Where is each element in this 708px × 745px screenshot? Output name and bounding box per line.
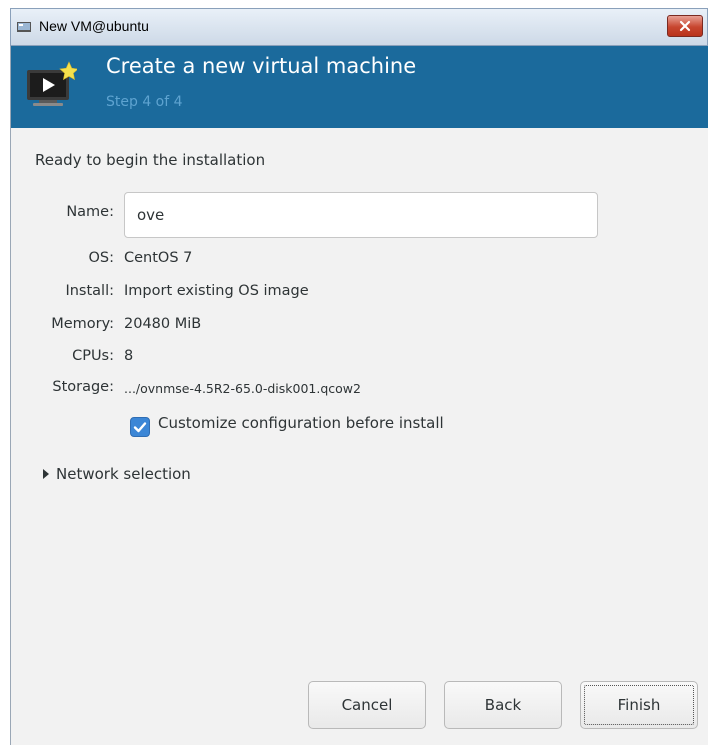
network-selection-label: Network selection	[56, 465, 191, 483]
storage-value: .../ovnmse-4.5R2-65.0-disk001.qcow2	[124, 381, 361, 396]
customize-label[interactable]: Customize configuration before install	[158, 414, 444, 432]
window-title: New VM@ubuntu	[39, 18, 149, 34]
wizard-title: Create a new virtual machine	[106, 54, 417, 78]
os-value: CentOS 7	[124, 250, 193, 266]
virtual-machine-icon	[27, 61, 77, 106]
dialog-content: Create a new virtual machine Step 4 of 4…	[10, 46, 708, 745]
close-icon	[679, 20, 691, 32]
finish-button[interactable]: Finish	[580, 681, 698, 729]
cancel-button-label: Cancel	[341, 696, 393, 714]
cancel-button[interactable]: Cancel	[308, 681, 426, 729]
title-bar[interactable]: New VM@ubuntu	[10, 8, 708, 46]
cpus-value: 8	[124, 348, 134, 364]
expander-arrow-icon	[43, 469, 49, 479]
new-vm-window: New VM@ubuntu Create a new virtual machi…	[0, 0, 708, 745]
name-input[interactable]	[124, 192, 598, 238]
wizard-header: Create a new virtual machine Step 4 of 4	[11, 46, 708, 128]
ready-heading: Ready to begin the installation	[35, 151, 266, 169]
back-button[interactable]: Back	[444, 681, 562, 729]
back-button-label: Back	[484, 696, 522, 714]
finish-button-label: Finish	[617, 696, 661, 714]
customize-checkbox[interactable]	[130, 417, 150, 437]
os-label: OS:	[88, 250, 114, 266]
memory-label: Memory:	[51, 316, 114, 332]
checkmark-icon	[133, 422, 147, 433]
cpus-label: CPUs:	[72, 348, 114, 364]
close-button[interactable]	[667, 15, 703, 37]
memory-value: 20480 MiB	[124, 316, 202, 332]
install-label: Install:	[65, 283, 114, 299]
install-value: Import existing OS image	[124, 283, 309, 299]
network-selection-expander[interactable]: Network selection	[42, 465, 191, 483]
wizard-step: Step 4 of 4	[106, 94, 183, 110]
storage-label: Storage:	[52, 379, 114, 395]
app-icon	[17, 22, 31, 32]
name-label: Name:	[66, 204, 114, 220]
